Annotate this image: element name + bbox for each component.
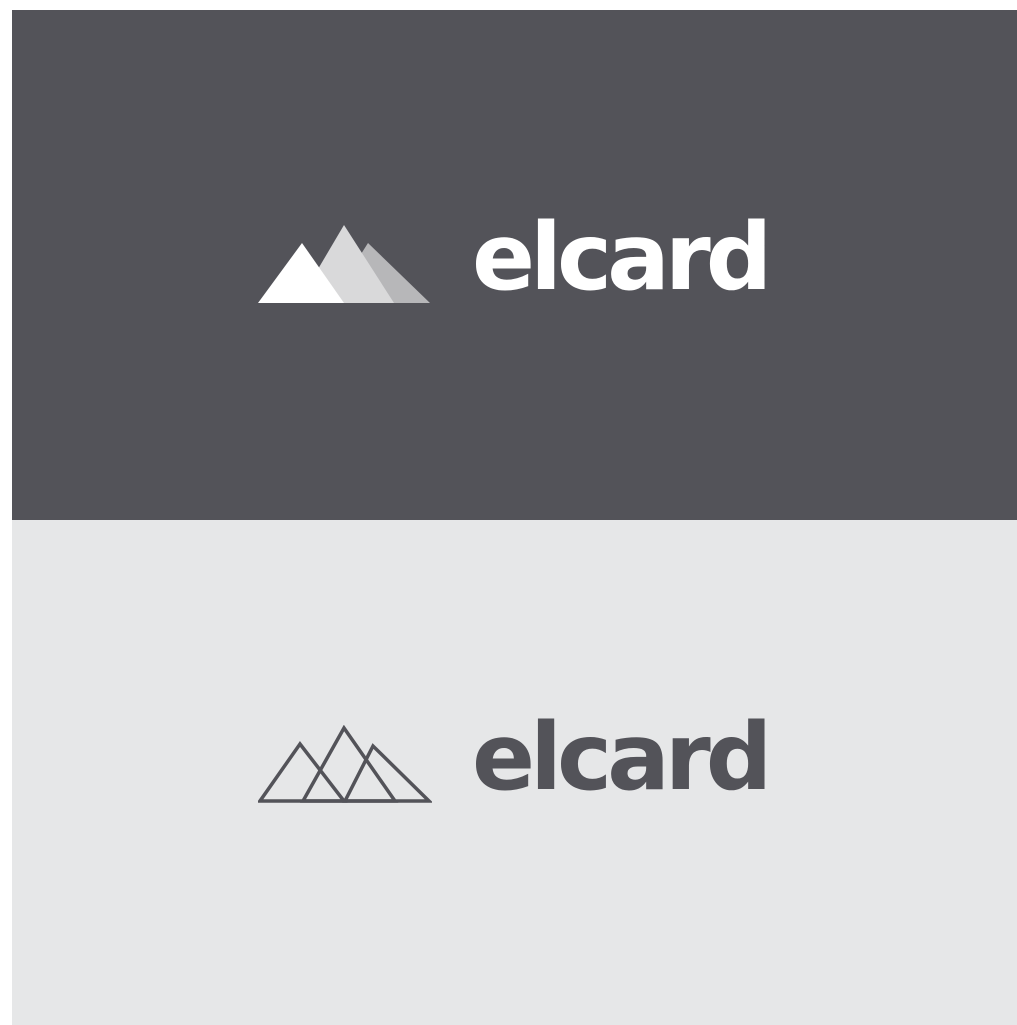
dark-panel: elcard (12, 10, 1017, 520)
light-panel: elcard (12, 520, 1017, 1025)
back-peak-outline (342, 743, 432, 803)
wordmark: elcard (472, 203, 772, 311)
logo-light: elcard (258, 711, 798, 815)
wordmark: elcard (472, 703, 772, 811)
mountains-outline-icon (258, 725, 432, 803)
logo-board: elcard elcard (12, 10, 1017, 1025)
mountains-filled-icon (258, 225, 430, 303)
logo-dark: elcard (258, 211, 798, 315)
